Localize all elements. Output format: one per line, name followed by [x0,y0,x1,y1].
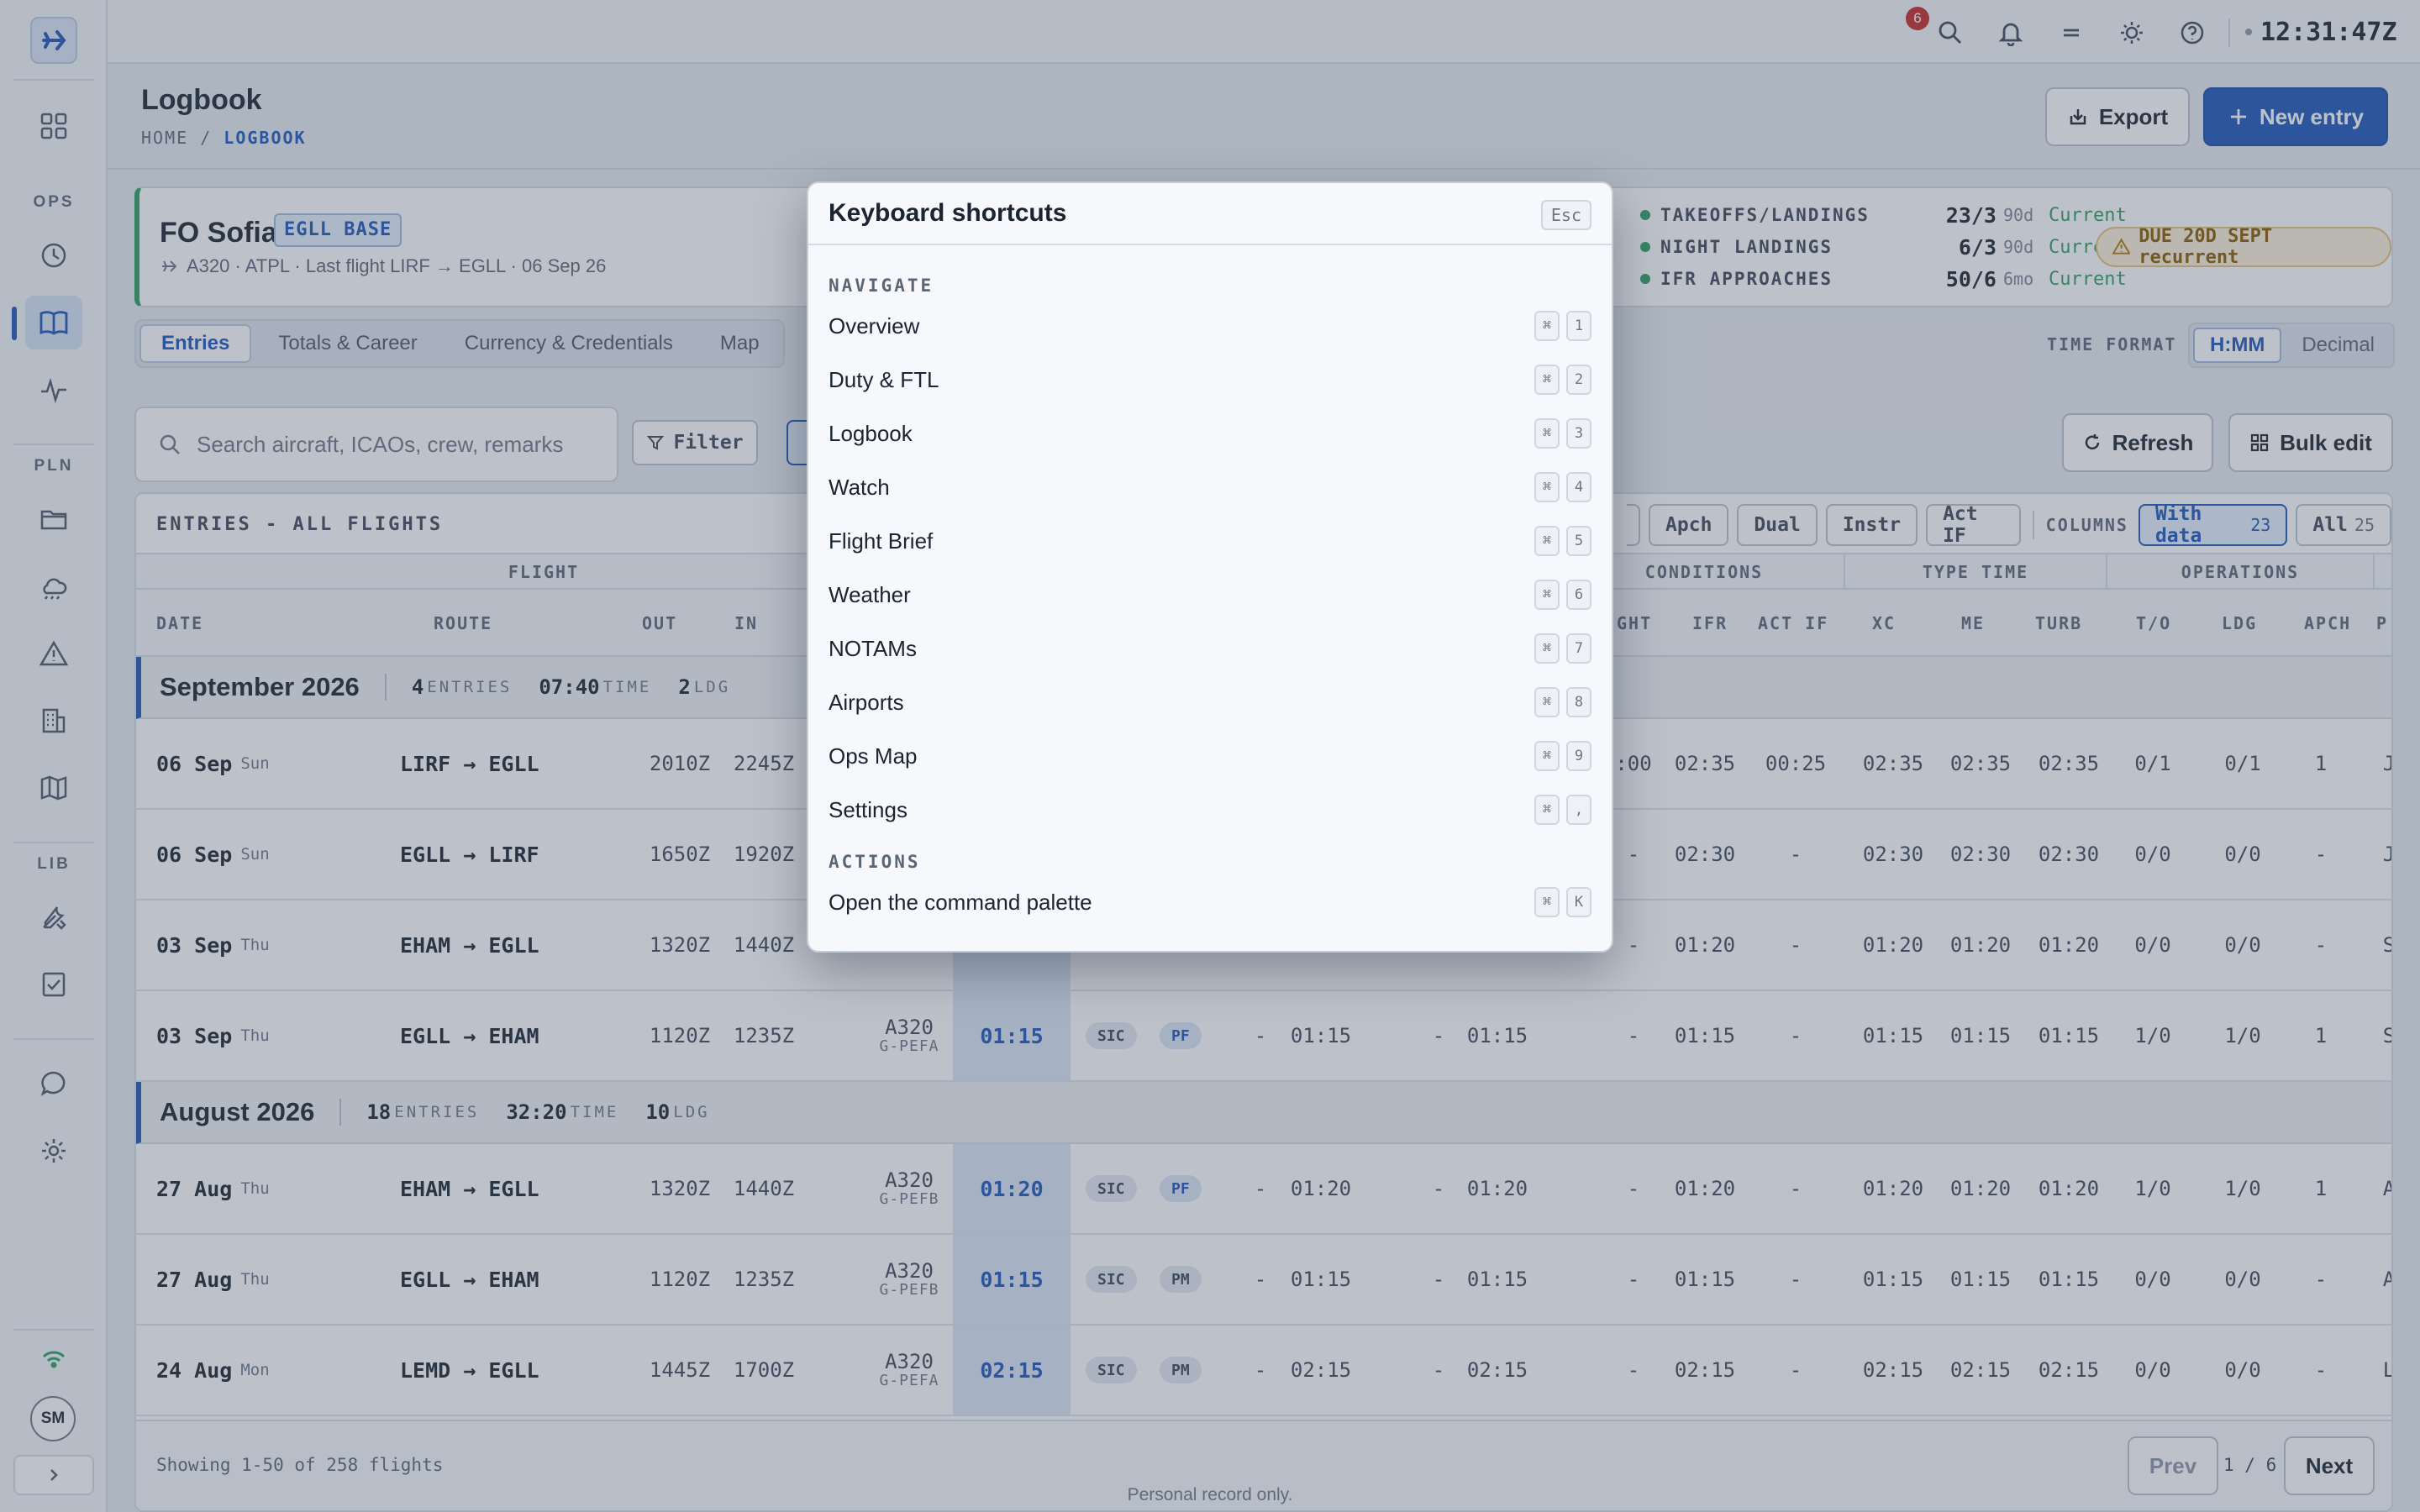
key-char: 7 [1566,633,1591,664]
key-char: 4 [1566,472,1591,502]
shortcut-row[interactable]: Duty & FTL ⌘ 2 [808,353,1612,407]
key-char: 9 [1566,741,1591,771]
key-modifier: ⌘ [1534,887,1560,917]
key-char: 3 [1566,418,1591,449]
modal-header: Keyboard shortcuts Esc [808,183,1612,245]
shortcut-section-title: NAVIGATE [829,276,934,296]
shortcut-keys: ⌘ 2 [1534,365,1591,395]
shortcut-row[interactable]: Settings ⌘, [808,783,1612,837]
key-modifier: ⌘ [1534,472,1560,502]
shortcut-keys: ⌘, [1534,795,1591,825]
key-char: , [1566,795,1591,825]
key-modifier: ⌘ [1534,526,1560,556]
shortcut-section-title: ACTIONS [829,852,921,872]
key-char: 5 [1566,526,1591,556]
shortcut-row[interactable]: Overview ⌘ 1 [808,299,1612,353]
shortcut-label: Settings [829,796,908,822]
key-modifier: ⌘ [1534,365,1560,395]
key-char: 8 [1566,687,1591,717]
shortcut-keys: ⌘ 5 [1534,526,1591,556]
shortcut-label: Overview [829,312,920,339]
shortcut-row[interactable]: Logbook ⌘ 3 [808,407,1612,460]
key-modifier: ⌘ [1534,311,1560,341]
shortcut-row[interactable]: Ops Map ⌘ 9 [808,729,1612,783]
shortcut-keys: ⌘ 3 [1534,418,1591,449]
keyboard-shortcuts-modal: Keyboard shortcuts Esc NAVIGATE Overview ⌘… [807,181,1613,953]
key-modifier: ⌘ [1534,580,1560,610]
key-modifier: ⌘ [1534,795,1560,825]
shortcut-keys: ⌘ 6 [1534,580,1591,610]
key-modifier: ⌘ [1534,418,1560,449]
shortcut-row[interactable]: NOTAMs ⌘ 7 [808,622,1612,675]
modal-title: Keyboard shortcuts [829,199,1067,227]
esc-close-button[interactable]: Esc [1540,200,1591,230]
shortcut-label: Flight Brief [829,528,934,554]
shortcut-label: NOTAMs [829,635,917,661]
shortcut-keys: ⌘ 4 [1534,472,1591,502]
shortcut-keys: ⌘ 1 [1534,311,1591,341]
shortcut-label: Watch [829,474,890,500]
shortcut-keys: ⌘ 7 [1534,633,1591,664]
shortcut-keys: ⌘ K [1534,887,1591,917]
key-modifier: ⌘ [1534,741,1560,771]
key-char: 6 [1566,580,1591,610]
shortcut-label: Weather [829,581,911,607]
shortcut-row[interactable]: Airports ⌘ 8 [808,675,1612,729]
shortcut-row[interactable]: Watch ⌘ 4 [808,460,1612,514]
key-char: K [1566,887,1591,917]
shortcut-label: Logbook [829,420,913,446]
shortcut-row[interactable]: Weather ⌘ 6 [808,568,1612,622]
shortcut-row[interactable]: Open the command palette ⌘ K [808,875,1612,929]
key-modifier: ⌘ [1534,687,1560,717]
shortcut-label: Airports [829,689,904,715]
shortcut-keys: ⌘ 9 [1534,741,1591,771]
key-char: 2 [1566,365,1591,395]
shortcut-row[interactable]: Flight Brief ⌘ 5 [808,514,1612,568]
key-char: 1 [1566,311,1591,341]
shortcut-label: Duty & FTL [829,366,939,392]
shortcut-label: Ops Map [829,743,918,769]
shortcut-label: Open the command palette [829,889,1092,915]
shortcut-keys: ⌘ 8 [1534,687,1591,717]
key-modifier: ⌘ [1534,633,1560,664]
